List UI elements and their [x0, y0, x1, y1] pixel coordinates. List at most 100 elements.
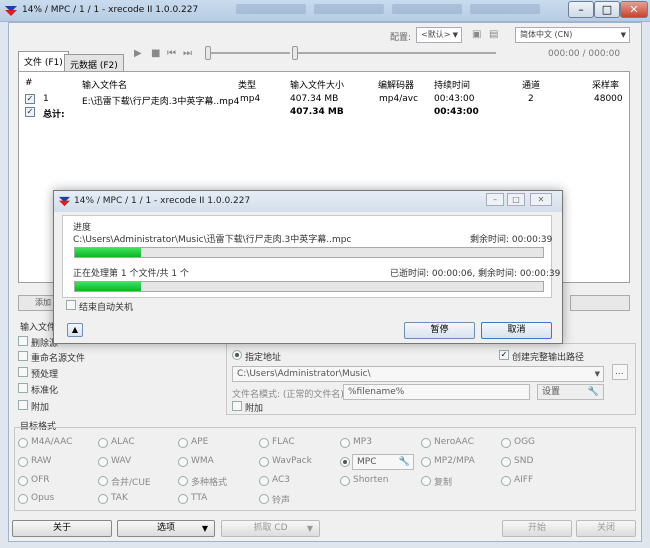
format-label: MP2/MPA — [434, 456, 475, 466]
format-radio-raw[interactable] — [18, 457, 28, 467]
format-radio-mp3[interactable] — [340, 438, 350, 448]
output-path-input[interactable]: C:\Users\Administrator\Music\ ▼ — [232, 366, 604, 382]
format-radio-aiff[interactable] — [501, 476, 511, 486]
config-label: 配置: — [390, 33, 412, 43]
options-label: 选项 — [156, 523, 175, 533]
column-header-type[interactable]: 类型 — [238, 78, 256, 91]
format-radio-opus[interactable] — [18, 494, 28, 504]
total-progress-bar — [74, 281, 544, 292]
total-checkbox[interactable]: ✓ — [25, 107, 35, 117]
format-radio-wavpack[interactable] — [259, 457, 269, 467]
processing-status: 正在处理第 1 个文件/共 1 个 — [73, 269, 189, 279]
output-append-label: 附加 — [245, 404, 264, 414]
format-radio-item-24[interactable] — [259, 494, 269, 504]
normalize-checkbox[interactable] — [18, 383, 28, 393]
specify-path-radio[interactable] — [232, 350, 242, 360]
delete-icon[interactable]: ▤ — [489, 29, 498, 40]
format-label: WAV — [111, 456, 132, 466]
grab-cd-label: 抓取 CD — [253, 523, 288, 533]
format-radio-neroaac[interactable] — [421, 438, 431, 448]
previous-icon[interactable]: ⏮ — [167, 48, 176, 59]
cancel-button[interactable]: 取消 — [481, 322, 552, 339]
format-label: MP3 — [353, 437, 372, 447]
pattern-settings-button[interactable]: 设置 🔧 — [537, 384, 604, 400]
close-window-button[interactable]: ✕ — [620, 1, 648, 18]
row-size: 407.34 MB — [290, 94, 339, 104]
maximize-button[interactable]: □ — [594, 1, 620, 18]
elapsed-remaining-time: 已逝时间: 00:00:06, 剩余时间: 00:00:39 — [390, 269, 561, 279]
start-button[interactable]: 开始 — [502, 520, 572, 537]
format-radio-alac[interactable] — [98, 438, 108, 448]
dialog-minimize-button[interactable]: – — [486, 193, 504, 206]
format-radio-wav[interactable] — [98, 457, 108, 467]
format-radio-item-19[interactable] — [421, 476, 431, 486]
format-radio-mpc[interactable] — [340, 457, 350, 467]
row-samplerate: 48000 — [594, 94, 623, 104]
chevron-down-icon: ▼ — [452, 31, 458, 39]
format-radio-flac[interactable] — [259, 438, 269, 448]
format-radio-ogg[interactable] — [501, 438, 511, 448]
stop-icon[interactable]: ■ — [151, 48, 160, 59]
format-label: Opus — [31, 493, 55, 503]
column-header-size[interactable]: 输入文件大小 — [290, 78, 344, 91]
chevron-down-icon: ▼ — [306, 524, 313, 533]
shutdown-checkbox[interactable] — [66, 300, 76, 310]
format-radio-ac3[interactable] — [259, 476, 269, 486]
format-radio-snd[interactable] — [501, 457, 511, 467]
options-button[interactable]: 选项 ▼ — [117, 520, 215, 537]
format-radio-tta[interactable] — [178, 494, 188, 504]
background-taskbar — [236, 4, 556, 18]
row-duration: 00:43:00 — [434, 94, 475, 104]
collapse-button[interactable]: ▲ — [67, 323, 83, 337]
next-icon[interactable]: ⏭ — [183, 48, 192, 59]
column-header-index[interactable]: # — [25, 78, 33, 88]
grab-cd-button[interactable]: 抓取 CD ▼ — [221, 520, 320, 537]
total-label: 总计: — [43, 110, 65, 120]
tab-metadata[interactable]: 元数据 (F2) — [64, 54, 124, 72]
column-header-codec[interactable]: 编解码器 — [378, 78, 414, 91]
format-radio-mp2-mpa[interactable] — [421, 457, 431, 467]
dialog-maximize-button[interactable]: □ — [507, 193, 525, 206]
minimize-button[interactable]: – — [568, 1, 594, 18]
close-button[interactable]: 关闭 — [576, 520, 636, 537]
seek-slider-thumb[interactable] — [292, 46, 298, 60]
format-radio-ape[interactable] — [178, 438, 188, 448]
column-header-duration[interactable]: 持续时间 — [434, 78, 470, 91]
create-tree-checkbox[interactable]: ✓ — [499, 350, 509, 360]
tab-files[interactable]: 文件 (F1) — [18, 51, 69, 71]
strip-button-right[interactable] — [570, 295, 630, 311]
input-append-checkbox[interactable] — [18, 400, 28, 410]
format-radio-m4a-aac[interactable] — [18, 438, 28, 448]
volume-slider-thumb[interactable] — [205, 46, 211, 60]
pattern-settings-label: 设置 — [542, 387, 561, 397]
column-header-filename[interactable]: 输入文件名 — [82, 78, 127, 91]
format-radio-item-16[interactable] — [178, 476, 188, 486]
browse-button[interactable]: ... — [612, 364, 628, 380]
rename-source-checkbox[interactable] — [18, 351, 28, 361]
pause-button[interactable]: 暂停 — [404, 322, 475, 339]
play-icon[interactable]: ▶ — [134, 48, 142, 59]
language-select[interactable]: 简体中文 (CN) ▼ — [515, 27, 630, 43]
column-header-samplerate[interactable]: 采样率 — [592, 78, 619, 91]
format-radio-shorten[interactable] — [340, 476, 350, 486]
format-label: Shorten — [353, 475, 389, 485]
about-button[interactable]: 关于 — [12, 520, 112, 537]
format-selected-box[interactable]: MPC 🔧 — [352, 454, 414, 470]
delete-source-checkbox[interactable] — [18, 336, 28, 346]
column-header-channels[interactable]: 通道 — [522, 78, 540, 91]
save-icon[interactable]: ▣ — [472, 29, 481, 40]
format-label: APE — [191, 437, 209, 447]
format-radio-ofr[interactable] — [18, 476, 28, 486]
format-radio-cue[interactable] — [98, 476, 108, 486]
row-checkbox[interactable]: ✓ — [25, 94, 35, 104]
format-label: RAW — [31, 456, 52, 466]
format-radio-wma[interactable] — [178, 457, 188, 467]
output-append-checkbox[interactable] — [232, 401, 242, 411]
filename-pattern-input[interactable]: %filename% — [343, 384, 530, 400]
format-label: WavPack — [272, 456, 312, 466]
wrench-icon: 🔧 — [587, 387, 599, 397]
format-radio-tak[interactable] — [98, 494, 108, 504]
dialog-close-button[interactable]: ✕ — [530, 193, 552, 206]
preset-select[interactable]: <默认> ▼ — [416, 27, 462, 43]
preprocess-checkbox[interactable] — [18, 367, 28, 377]
